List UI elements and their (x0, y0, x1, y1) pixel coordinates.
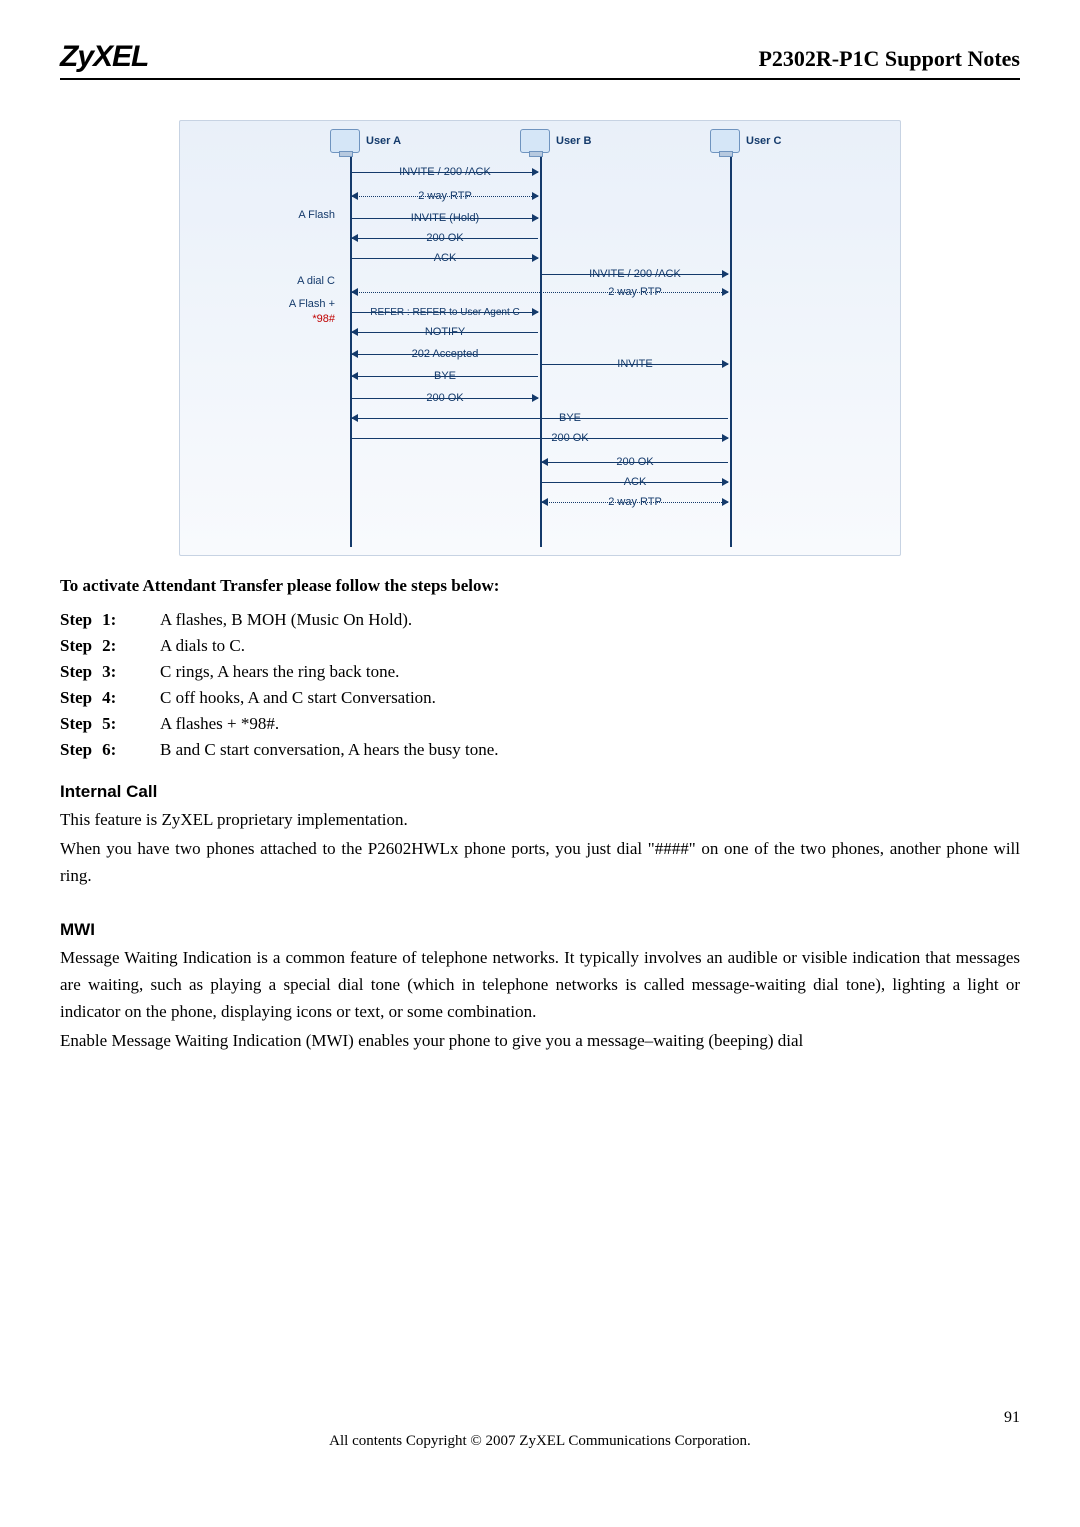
msg-label: 200 OK (549, 432, 590, 444)
sequence-diagram: User A User B User C A Flash A dial C A … (179, 120, 901, 556)
msg-notify: NOTIFY (352, 323, 538, 341)
step-row: Step 4: C off hooks, A and C start Conver… (60, 688, 1020, 708)
activate-heading: To activate Attendant Transfer please fo… (60, 576, 1020, 596)
page-footer: 91 All contents Copyright © 2007 ZyXEL C… (60, 1409, 1020, 1450)
user-a-header: User A (330, 129, 520, 153)
step-row: Step 1: A flashes, B MOH (Music On Hold). (60, 610, 1020, 630)
msg-label: 2 way RTP (416, 190, 474, 202)
mwi-p1: Message Waiting Indication is a common f… (60, 944, 1020, 1026)
note-a-flash: A Flash (215, 209, 335, 221)
msg-label: BYE (432, 370, 458, 382)
msg-ack-1: ACK (352, 249, 538, 267)
note-a-dial-c: A dial C (215, 275, 335, 287)
msg-label: 200 OK (614, 456, 655, 468)
user-b-label: User B (556, 135, 591, 147)
step-text: B and C start conversation, A hears the … (160, 740, 1020, 760)
msg-label: INVITE (615, 358, 654, 370)
msg-refer: REFER : REFER to User Agent C (352, 303, 538, 321)
msg-label: 2 way RTP (606, 286, 664, 298)
msg-label: INVITE / 200 /ACK (397, 166, 493, 178)
msg-invite-hold: INVITE (Hold) (352, 209, 538, 227)
step-text: A flashes + *98#. (160, 714, 1020, 734)
step-text: A dials to C. (160, 636, 1020, 656)
user-b-header: User B (520, 129, 710, 153)
step-prefix: Step (60, 740, 92, 759)
msg-label: ACK (432, 252, 459, 264)
step-row: Step 6: B and C start conversation, A hea… (60, 740, 1020, 760)
msg-label: BYE (557, 412, 583, 424)
user-c-header: User C (710, 129, 781, 153)
monitor-icon (710, 129, 740, 153)
step-num: 6: (102, 740, 116, 759)
step-text: A flashes, B MOH (Music On Hold). (160, 610, 1020, 630)
msg-label: 200 OK (424, 232, 465, 244)
msg-label: ACK (622, 476, 649, 488)
msg-2way-rtp-bc: 2 way RTP (542, 493, 728, 511)
step-row: Step 2: A dials to C. (60, 636, 1020, 656)
step-num: 2: (102, 636, 116, 655)
mwi-p2: Enable Message Waiting Indication (MWI) … (60, 1027, 1020, 1054)
step-row: Step 3: C rings, A hears the ring back to… (60, 662, 1020, 682)
msg-invite-200-ack-ab: INVITE / 200 /ACK (352, 163, 538, 181)
step-prefix: Step (60, 636, 92, 655)
msg-invite-bc: INVITE (542, 355, 728, 373)
step-num: 1: (102, 610, 116, 629)
step-num: 4: (102, 688, 116, 707)
step-num: 3: (102, 662, 116, 681)
user-a-label: User A (366, 135, 401, 147)
msg-ack-bc: ACK (542, 473, 728, 491)
page-number: 91 (60, 1409, 1020, 1427)
page-header: ZyXEL P2302R-P1C Support Notes (60, 40, 1020, 80)
msg-label: 200 OK (424, 392, 465, 404)
step-prefix: Step (60, 610, 92, 629)
note-flash98-line1: A Flash + (289, 298, 335, 310)
copyright: All contents Copyright © 2007 ZyXEL Comm… (60, 1433, 1020, 1450)
msg-200-ok-2: 200 OK (352, 389, 538, 407)
msg-bye-ac: BYE (352, 409, 728, 427)
msg-bye-ab: BYE (352, 367, 538, 385)
step-prefix: Step (60, 688, 92, 707)
msg-label: INVITE (Hold) (409, 212, 481, 224)
msg-label: NOTIFY (423, 326, 467, 338)
user-c-label: User C (746, 135, 781, 147)
monitor-icon (520, 129, 550, 153)
msg-label: 202 Accepted (410, 348, 481, 360)
step-text: C rings, A hears the ring back tone. (160, 662, 1020, 682)
internal-call-p2: When you have two phones attached to the… (60, 835, 1020, 889)
msg-2way-rtp-ab: 2 way RTP (352, 187, 538, 205)
msg-200-ok-bc: 200 OK (542, 453, 728, 471)
msg-label: 2 way RTP (606, 496, 664, 508)
msg-label: REFER : REFER to User Agent C (368, 307, 522, 318)
monitor-icon (330, 129, 360, 153)
step-text: C off hooks, A and C start Conversation. (160, 688, 1020, 708)
msg-2way-rtp-ac: 2 way RTP (352, 283, 728, 301)
step-prefix: Step (60, 714, 92, 733)
msg-202-accepted: 202 Accepted (352, 345, 538, 363)
internal-call-p1: This feature is ZyXEL proprietary implem… (60, 806, 1020, 833)
note-a-flash-98: A Flash + *98# (215, 297, 335, 328)
doc-title: P2302R-P1C Support Notes (758, 46, 1020, 72)
steps-list: Step 1: A flashes, B MOH (Music On Hold).… (60, 610, 1020, 760)
msg-200-ok-1: 200 OK (352, 229, 538, 247)
msg-invite-200-ack-bc: INVITE / 200 /ACK (542, 265, 728, 283)
msg-200-ok-ac: 200 OK (352, 429, 728, 447)
lifeline-c (730, 157, 732, 547)
section-internal-call-title: Internal Call (60, 782, 1020, 802)
msg-label: INVITE / 200 /ACK (587, 268, 683, 280)
section-mwi-title: MWI (60, 920, 1020, 940)
step-row: Step 5: A flashes + *98#. (60, 714, 1020, 734)
note-flash98-line2: *98# (215, 312, 335, 327)
step-prefix: Step (60, 662, 92, 681)
logo: ZyXEL (60, 40, 148, 74)
step-num: 5: (102, 714, 116, 733)
